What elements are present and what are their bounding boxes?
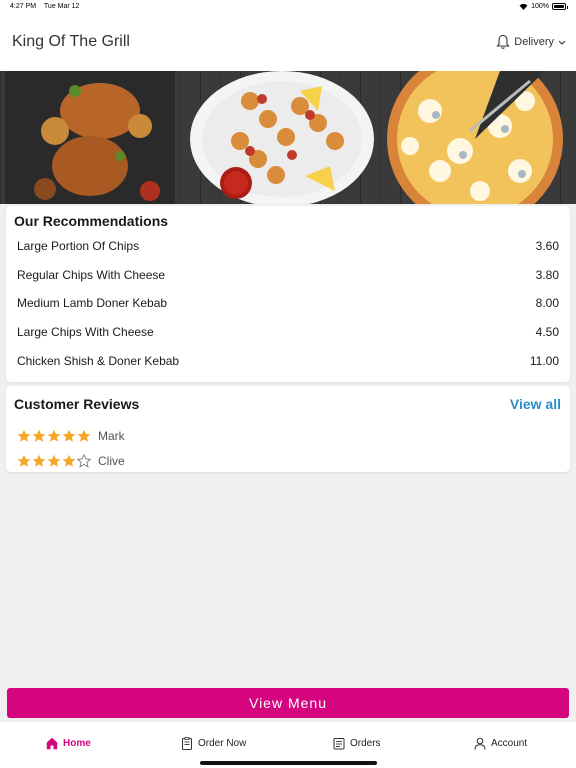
recommendation-item[interactable]: Chicken Shish & Doner Kebab 11.00 (17, 351, 559, 371)
reviews-title: Customer Reviews (14, 396, 140, 412)
chevron-down-icon (558, 40, 566, 45)
orders-list-icon (333, 738, 345, 750)
restaurant-title: King Of The Grill (12, 33, 130, 50)
recommendation-price: 4.50 (535, 325, 559, 339)
delivery-dropdown[interactable]: Delivery (514, 36, 566, 48)
home-indicator (200, 761, 377, 765)
app-header: King Of The Grill Delivery (0, 14, 576, 71)
reviewer-name: Mark (98, 429, 125, 443)
status-time: 4:27 PM (10, 3, 37, 10)
bottom-navigation: Home Order Now Orders Account (0, 722, 576, 768)
star-filled-icon (77, 429, 91, 442)
recommendation-item[interactable]: Medium Lamb Doner Kebab 8.00 (17, 293, 559, 313)
star-rating (17, 454, 91, 468)
recommendations-title: Our Recommendations (14, 213, 169, 229)
nav-account[interactable]: Account (474, 737, 527, 750)
star-filled-icon (47, 429, 61, 442)
recommendation-name: Regular Chips With Cheese (17, 268, 166, 282)
nav-order-now[interactable]: Order Now (181, 737, 246, 750)
recommendations-card: Our Recommendations Large Portion Of Chi… (6, 206, 570, 382)
star-filled-icon (32, 454, 46, 467)
recommendation-name: Medium Lamb Doner Kebab (17, 296, 168, 310)
status-bar: 4:27 PM Tue Mar 12 100% (0, 0, 576, 14)
food-banner-image (0, 71, 576, 204)
reviewer-name: Clive (98, 454, 125, 468)
review-item: Clive (17, 452, 125, 470)
star-filled-icon (17, 429, 31, 442)
recommendation-name: Chicken Shish & Doner Kebab (17, 354, 180, 368)
user-icon (474, 737, 486, 750)
recommendation-price: 8.00 (535, 296, 559, 310)
recommendation-price: 11.00 (529, 354, 559, 368)
nav-orders-label: Orders (350, 738, 381, 749)
home-icon (46, 737, 58, 750)
nav-home-label: Home (63, 738, 91, 749)
battery-icon (552, 3, 568, 10)
nav-orders[interactable]: Orders (333, 737, 381, 750)
view-menu-button[interactable]: View Menu (7, 688, 569, 718)
recommendation-name: Large Chips With Cheese (17, 325, 154, 339)
star-empty-icon (77, 454, 91, 468)
star-rating (17, 429, 91, 443)
star-filled-icon (17, 454, 31, 467)
review-item: Mark (17, 427, 125, 445)
star-filled-icon (32, 429, 46, 442)
status-date: Tue Mar 12 (43, 3, 80, 10)
recommendation-price: 3.80 (535, 268, 559, 282)
recommendation-name: Large Portion Of Chips (17, 239, 140, 253)
nav-account-label: Account (491, 738, 528, 749)
battery-percent: 100% (531, 3, 549, 10)
nav-order-now-label: Order Now (198, 738, 247, 749)
recommendation-price: 3.60 (535, 239, 559, 253)
view-all-reviews-link[interactable]: View all (510, 396, 561, 412)
delivery-label: Delivery (514, 36, 554, 48)
recommendation-item[interactable]: Regular Chips With Cheese 3.80 (17, 265, 559, 285)
recommendation-item[interactable]: Large Chips With Cheese 4.50 (17, 322, 559, 342)
recommendation-item[interactable]: Large Portion Of Chips 3.60 (17, 236, 559, 256)
star-filled-icon (62, 454, 76, 467)
star-filled-icon (62, 429, 76, 442)
bell-icon[interactable] (496, 34, 510, 50)
customer-reviews-card: Customer Reviews View all Mark Clive (6, 386, 570, 472)
star-filled-icon (47, 454, 61, 467)
wifi-icon (519, 3, 528, 10)
nav-home[interactable]: Home (46, 737, 91, 750)
order-clipboard-icon (182, 737, 192, 750)
